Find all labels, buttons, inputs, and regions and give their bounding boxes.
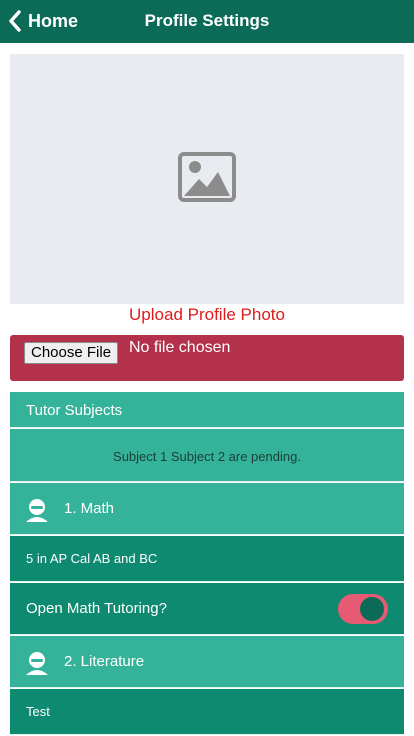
subjects-heading-row: Tutor Subjects [10, 392, 404, 428]
subject-label: 2. Literature [64, 653, 145, 670]
subject-row-literature[interactable]: 2. Literature [10, 636, 404, 688]
open-tutoring-label: Open Math Tutoring? [26, 600, 167, 617]
pending-notice: Subject 1 Subject 2 are pending. [113, 449, 301, 464]
toggle-knob [358, 595, 386, 623]
page-title: Profile Settings [144, 11, 270, 30]
user-icon [24, 650, 50, 681]
file-upload-row: Choose File No file chosen [10, 335, 404, 381]
profile-photo-preview [10, 54, 404, 304]
open-tutoring-toggle[interactable] [338, 594, 388, 624]
file-status: No file chosen [129, 339, 231, 356]
subject-row-math[interactable]: 1. Math [10, 483, 404, 535]
subject-detail: 5 in AP Cal AB and BC [26, 551, 158, 566]
pending-notice-row: Subject 1 Subject 2 are pending. [10, 429, 404, 482]
subject-detail-row: 5 in AP Cal AB and BC [10, 536, 404, 582]
choose-file-button[interactable]: Choose File [24, 342, 119, 364]
subjects-heading: Tutor Subjects [26, 402, 123, 419]
upload-profile-photo-link[interactable]: Upload Profile Photo [0, 305, 414, 325]
subject-detail-row: Test [10, 689, 404, 735]
open-tutoring-row: Open Math Tutoring? [10, 583, 404, 635]
subject-label: 1. Math [64, 500, 115, 517]
app-header: Home Profile Settings [0, 0, 414, 43]
tutor-subjects-panel: Tutor Subjects Subject 1 Subject 2 are p… [10, 392, 404, 736]
subject-detail: Test [26, 704, 50, 719]
user-icon [24, 497, 50, 528]
image-icon [178, 151, 236, 207]
